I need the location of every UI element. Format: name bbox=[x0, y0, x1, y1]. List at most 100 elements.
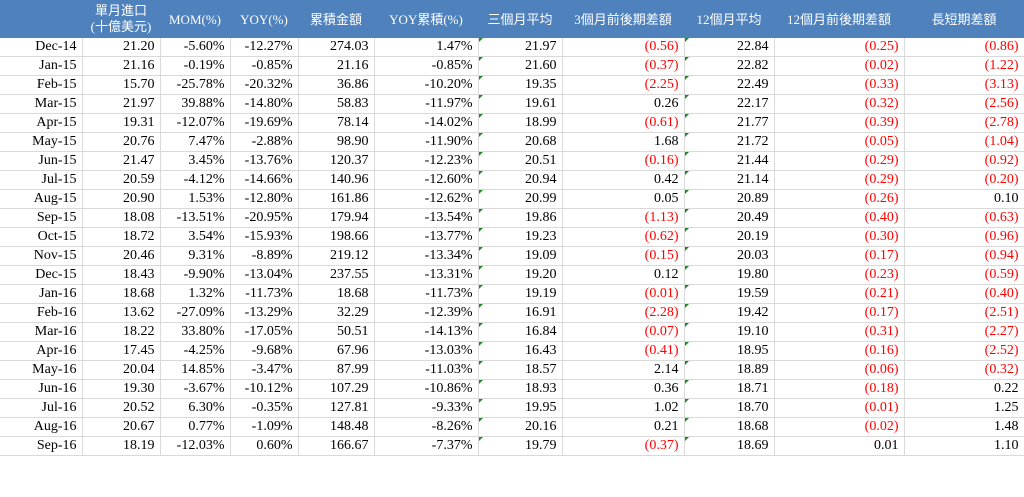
long-short-diff-cell[interactable]: 1.48 bbox=[904, 417, 1024, 437]
12m-diff-cell[interactable]: (0.23) bbox=[774, 265, 905, 285]
12m-average-cell[interactable]: 20.89 bbox=[684, 189, 775, 209]
3m-average-cell[interactable]: 16.43 bbox=[478, 341, 563, 361]
long-short-diff-cell[interactable]: (0.20) bbox=[904, 170, 1024, 190]
3m-diff-cell[interactable]: 0.42 bbox=[562, 170, 685, 190]
mom-cell[interactable]: -4.12% bbox=[160, 170, 231, 190]
monthly-import-cell[interactable]: 19.30 bbox=[82, 379, 161, 399]
header-long-short-diff[interactable]: 長短期差額 bbox=[904, 0, 1024, 38]
long-short-diff-cell[interactable]: (2.78) bbox=[904, 113, 1024, 133]
12m-average-cell[interactable]: 18.68 bbox=[684, 417, 775, 437]
cumulative-cell[interactable]: 237.55 bbox=[298, 265, 375, 285]
monthly-import-cell[interactable]: 18.68 bbox=[82, 284, 161, 304]
yoy-cell[interactable]: -12.27% bbox=[230, 38, 299, 57]
12m-average-cell[interactable]: 19.80 bbox=[684, 265, 775, 285]
yoy-cumulative-cell[interactable]: -11.73% bbox=[374, 284, 479, 304]
date-cell[interactable]: Sep-16 bbox=[0, 436, 83, 456]
monthly-import-cell[interactable]: 18.22 bbox=[82, 322, 161, 342]
header-yoy[interactable]: YOY(%) bbox=[230, 0, 298, 38]
3m-average-cell[interactable]: 18.93 bbox=[478, 379, 563, 399]
date-cell[interactable]: Mar-15 bbox=[0, 94, 83, 114]
12m-average-cell[interactable]: 18.70 bbox=[684, 398, 775, 418]
long-short-diff-cell[interactable]: (0.86) bbox=[904, 38, 1024, 57]
long-short-diff-cell[interactable]: (1.04) bbox=[904, 132, 1024, 152]
yoy-cumulative-cell[interactable]: -0.85% bbox=[374, 56, 479, 76]
yoy-cell[interactable]: -2.88% bbox=[230, 132, 299, 152]
date-cell[interactable]: Aug-15 bbox=[0, 189, 83, 209]
header-monthly-import[interactable]: 單月進口 (十億美元) bbox=[82, 0, 160, 38]
date-cell[interactable]: Aug-16 bbox=[0, 417, 83, 437]
yoy-cell[interactable]: 0.60% bbox=[230, 436, 299, 456]
yoy-cumulative-cell[interactable]: -12.39% bbox=[374, 303, 479, 323]
long-short-diff-cell[interactable]: (3.13) bbox=[904, 75, 1024, 95]
monthly-import-cell[interactable]: 20.46 bbox=[82, 246, 161, 266]
12m-average-cell[interactable]: 21.72 bbox=[684, 132, 775, 152]
3m-diff-cell[interactable]: (0.16) bbox=[562, 151, 685, 171]
date-cell[interactable]: May-15 bbox=[0, 132, 83, 152]
monthly-import-cell[interactable]: 21.97 bbox=[82, 94, 161, 114]
monthly-import-cell[interactable]: 18.72 bbox=[82, 227, 161, 247]
mom-cell[interactable]: -13.51% bbox=[160, 208, 231, 228]
3m-diff-cell[interactable]: 0.12 bbox=[562, 265, 685, 285]
12m-diff-cell[interactable]: (0.29) bbox=[774, 151, 905, 171]
12m-diff-cell[interactable]: (0.30) bbox=[774, 227, 905, 247]
mom-cell[interactable]: -0.19% bbox=[160, 56, 231, 76]
monthly-import-cell[interactable]: 19.31 bbox=[82, 113, 161, 133]
3m-diff-cell[interactable]: 2.14 bbox=[562, 360, 685, 380]
3m-average-cell[interactable]: 20.94 bbox=[478, 170, 563, 190]
3m-average-cell[interactable]: 19.09 bbox=[478, 246, 563, 266]
12m-diff-cell[interactable]: (0.17) bbox=[774, 303, 905, 323]
monthly-import-cell[interactable]: 18.19 bbox=[82, 436, 161, 456]
date-cell[interactable]: Jul-15 bbox=[0, 170, 83, 190]
header-yoy-cumulative[interactable]: YOY累積(%) bbox=[374, 0, 478, 38]
3m-diff-cell[interactable]: 1.02 bbox=[562, 398, 685, 418]
mom-cell[interactable]: 1.53% bbox=[160, 189, 231, 209]
mom-cell[interactable]: 9.31% bbox=[160, 246, 231, 266]
12m-diff-cell[interactable]: 0.01 bbox=[774, 436, 905, 456]
3m-diff-cell[interactable]: (0.61) bbox=[562, 113, 685, 133]
date-cell[interactable]: Jun-16 bbox=[0, 379, 83, 399]
12m-diff-cell[interactable]: (0.32) bbox=[774, 94, 905, 114]
cumulative-cell[interactable]: 32.29 bbox=[298, 303, 375, 323]
12m-diff-cell[interactable]: (0.26) bbox=[774, 189, 905, 209]
mom-cell[interactable]: 6.30% bbox=[160, 398, 231, 418]
yoy-cumulative-cell[interactable]: -7.37% bbox=[374, 436, 479, 456]
long-short-diff-cell[interactable]: (2.52) bbox=[904, 341, 1024, 361]
yoy-cell[interactable]: -8.89% bbox=[230, 246, 299, 266]
long-short-diff-cell[interactable]: (1.22) bbox=[904, 56, 1024, 76]
12m-average-cell[interactable]: 18.71 bbox=[684, 379, 775, 399]
yoy-cumulative-cell[interactable]: -13.77% bbox=[374, 227, 479, 247]
yoy-cell[interactable]: -13.29% bbox=[230, 303, 299, 323]
3m-average-cell[interactable]: 20.51 bbox=[478, 151, 563, 171]
mom-cell[interactable]: 7.47% bbox=[160, 132, 231, 152]
mom-cell[interactable]: 3.54% bbox=[160, 227, 231, 247]
long-short-diff-cell[interactable]: (0.94) bbox=[904, 246, 1024, 266]
mom-cell[interactable]: -12.07% bbox=[160, 113, 231, 133]
long-short-diff-cell[interactable]: (0.63) bbox=[904, 208, 1024, 228]
header-12m-diff[interactable]: 12個月前後期差額 bbox=[774, 0, 904, 38]
3m-average-cell[interactable]: 16.91 bbox=[478, 303, 563, 323]
mom-cell[interactable]: 1.32% bbox=[160, 284, 231, 304]
cumulative-cell[interactable]: 161.86 bbox=[298, 189, 375, 209]
cumulative-cell[interactable]: 120.37 bbox=[298, 151, 375, 171]
cumulative-cell[interactable]: 107.29 bbox=[298, 379, 375, 399]
3m-average-cell[interactable]: 20.16 bbox=[478, 417, 563, 437]
3m-diff-cell[interactable]: (0.56) bbox=[562, 38, 685, 57]
12m-diff-cell[interactable]: (0.25) bbox=[774, 38, 905, 57]
3m-average-cell[interactable]: 18.57 bbox=[478, 360, 563, 380]
yoy-cumulative-cell[interactable]: -11.03% bbox=[374, 360, 479, 380]
12m-average-cell[interactable]: 22.17 bbox=[684, 94, 775, 114]
3m-diff-cell[interactable]: (0.41) bbox=[562, 341, 685, 361]
date-cell[interactable]: Dec-15 bbox=[0, 265, 83, 285]
monthly-import-cell[interactable]: 13.62 bbox=[82, 303, 161, 323]
long-short-diff-cell[interactable]: (0.40) bbox=[904, 284, 1024, 304]
mom-cell[interactable]: -4.25% bbox=[160, 341, 231, 361]
12m-average-cell[interactable]: 20.03 bbox=[684, 246, 775, 266]
yoy-cumulative-cell[interactable]: -12.23% bbox=[374, 151, 479, 171]
yoy-cell[interactable]: -12.80% bbox=[230, 189, 299, 209]
cumulative-cell[interactable]: 148.48 bbox=[298, 417, 375, 437]
yoy-cell[interactable]: -3.47% bbox=[230, 360, 299, 380]
12m-average-cell[interactable]: 19.10 bbox=[684, 322, 775, 342]
monthly-import-cell[interactable]: 20.52 bbox=[82, 398, 161, 418]
12m-average-cell[interactable]: 21.14 bbox=[684, 170, 775, 190]
12m-diff-cell[interactable]: (0.31) bbox=[774, 322, 905, 342]
